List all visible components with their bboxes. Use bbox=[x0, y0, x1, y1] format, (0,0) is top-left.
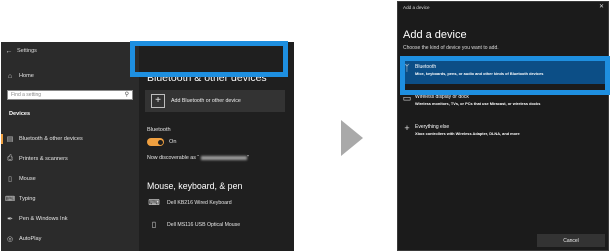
keyboard-icon: ⌨ bbox=[4, 196, 16, 203]
bluetooth-label: Bluetooth bbox=[147, 127, 171, 133]
sidebar-item-pen[interactable]: ✒ Pen & Windows Ink bbox=[1, 211, 139, 227]
sidebar-item-label: Pen & Windows Ink bbox=[19, 216, 68, 222]
plus-icon: + bbox=[404, 123, 410, 133]
settings-title: Settings bbox=[17, 48, 37, 54]
settings-sidebar: ← Settings ⌂ Home Find a setting ⚲ Devic… bbox=[1, 42, 139, 251]
sidebar-item-printers[interactable]: ⎙ Printers & scanners bbox=[1, 151, 139, 167]
mouse-icon: ▯ bbox=[151, 220, 157, 229]
plus-icon: + bbox=[151, 94, 165, 108]
device-name: Dell KB216 Wired Keyboard bbox=[167, 199, 232, 206]
option-description: Xbox controllers with Wireless Adapter, … bbox=[415, 131, 520, 136]
cancel-button[interactable]: Cancel bbox=[537, 234, 605, 247]
bluetooth-devices-icon: ▤ bbox=[6, 136, 14, 143]
toggle-state-label: On bbox=[169, 139, 177, 145]
sidebar-item-label: Mouse bbox=[19, 176, 36, 182]
dialog-title: Add a device bbox=[403, 29, 467, 41]
home-icon: ⌂ bbox=[7, 72, 13, 80]
search-placeholder: Find a setting bbox=[11, 92, 42, 98]
discoverable-text: Now discoverable as “ ” bbox=[147, 155, 249, 161]
add-device-dialog: Add a device ✕ Add a device Choose the k… bbox=[397, 1, 609, 251]
device-name: Dell MS116 USB Optical Mouse bbox=[167, 221, 241, 228]
highlight-box-add-device bbox=[130, 41, 288, 77]
add-device-label: Add Bluetooth or other device bbox=[171, 98, 241, 104]
dialog-subtitle: Choose the kind of device you want to ad… bbox=[403, 45, 499, 51]
option-title: Everything else bbox=[415, 124, 450, 130]
search-input[interactable]: Find a setting ⚲ bbox=[7, 90, 133, 100]
back-arrow-icon[interactable]: ← bbox=[1, 48, 17, 55]
settings-titlebar: ← Settings bbox=[1, 42, 139, 60]
sidebar-item-mouse[interactable]: ▯ Mouse bbox=[1, 171, 139, 187]
device-item-mouse[interactable]: ▯ Dell MS116 USB Optical Mouse bbox=[147, 220, 240, 229]
sidebar-item-label: Printers & scanners bbox=[19, 156, 68, 162]
add-device-button[interactable]: + Add Bluetooth or other device bbox=[145, 90, 285, 112]
highlight-box-bluetooth-option bbox=[400, 56, 610, 95]
section-heading: Mouse, keyboard, & pen bbox=[147, 181, 243, 191]
sidebar-item-typing[interactable]: ⌨ Typing bbox=[1, 191, 139, 207]
redacted-device-name bbox=[201, 155, 248, 160]
sidebar-section-devices: Devices bbox=[9, 111, 31, 117]
keyboard-icon: ⌨ bbox=[148, 198, 160, 207]
device-item-keyboard[interactable]: ⌨ Dell KB216 Wired Keyboard bbox=[147, 198, 232, 207]
search-icon: ⚲ bbox=[124, 92, 129, 98]
discoverable-prefix: Now discoverable as “ bbox=[147, 155, 200, 161]
sidebar-item-label: Bluetooth & other devices bbox=[19, 136, 83, 142]
sidebar-item-autoplay[interactable]: ◎ AutoPlay bbox=[1, 231, 139, 247]
bluetooth-toggle[interactable] bbox=[147, 138, 164, 146]
close-icon[interactable]: ✕ bbox=[599, 3, 604, 10]
sidebar-item-home[interactable]: ⌂ Home bbox=[1, 68, 139, 84]
autoplay-icon: ◎ bbox=[6, 236, 14, 243]
sidebar-item-label: AutoPlay bbox=[19, 236, 42, 242]
mouse-icon: ▯ bbox=[8, 176, 12, 183]
option-description: Wireless monitors, TVs, or PCs that use … bbox=[415, 101, 541, 106]
sidebar-item-bluetooth[interactable]: ▤ Bluetooth & other devices bbox=[1, 131, 139, 147]
printer-icon: ⎙ bbox=[7, 155, 13, 162]
next-step-arrow-icon bbox=[341, 120, 363, 156]
pen-icon: ✒ bbox=[7, 216, 13, 223]
option-everything-else[interactable]: + Everything else Xbox controllers with … bbox=[401, 120, 606, 144]
sidebar-item-label: Typing bbox=[19, 196, 36, 202]
sidebar-item-label: Home bbox=[19, 73, 34, 79]
dialog-caption: Add a device bbox=[403, 5, 430, 10]
discoverable-suffix: ” bbox=[247, 155, 249, 161]
